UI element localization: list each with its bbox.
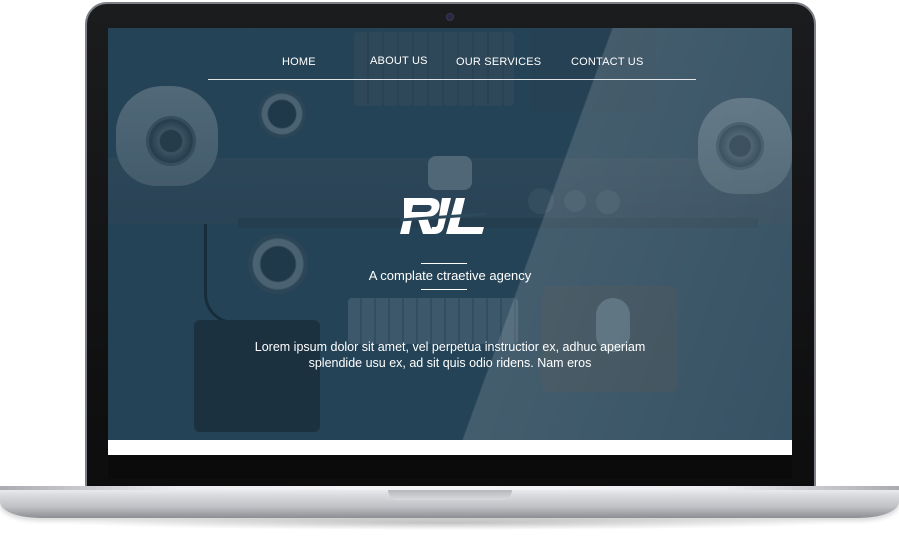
tagline-rule-top [421, 263, 467, 264]
main-nav: HOME ABOUT US OUR SERVICES CONTACT US [208, 50, 696, 80]
nav-item-home[interactable]: HOME [282, 56, 316, 68]
nav-item-about-us[interactable]: ABOUT US [370, 55, 428, 67]
nav-item-our-services[interactable]: OUR SERVICES [456, 56, 541, 68]
laptop-screen: HOME ABOUT US OUR SERVICES CONTACT US A … [108, 28, 792, 455]
tagline-rule-bottom [421, 289, 467, 290]
laptop-open-notch [388, 490, 512, 500]
laptop-shadow [60, 516, 840, 530]
nav-item-contact-us[interactable]: CONTACT US [571, 56, 644, 68]
screen-glare [108, 28, 792, 455]
webcam-icon [446, 13, 454, 21]
hero-tagline: A complate ctraetive agency [368, 268, 532, 283]
hero-description: Lorem ipsum dolor sit amet, vel perpetua… [254, 340, 646, 370]
rjl-logo [400, 198, 486, 234]
laptop-bezel-bottom [108, 455, 792, 479]
page-section-edge [108, 440, 792, 455]
